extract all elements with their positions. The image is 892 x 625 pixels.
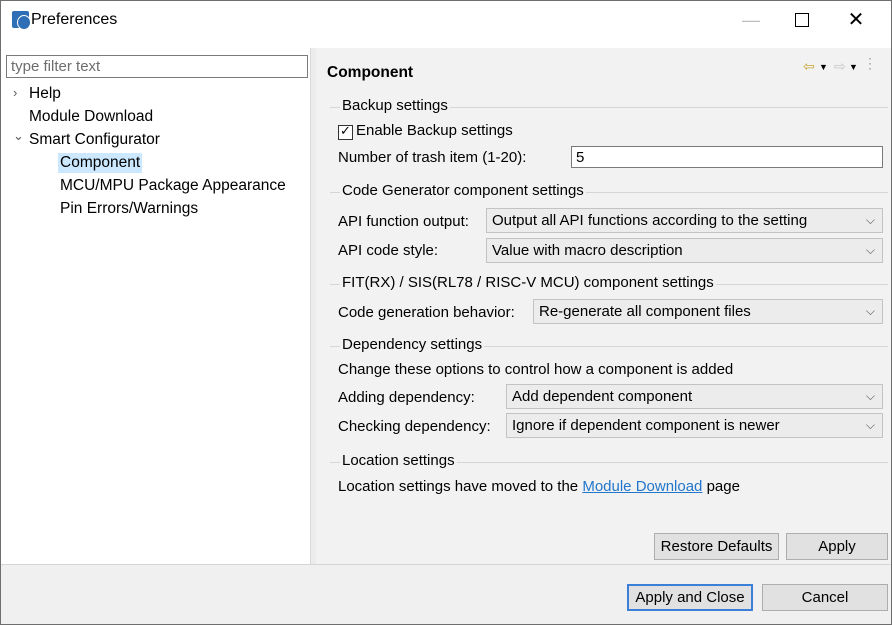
code-generator-group: Code Generator component settings API fu…	[330, 182, 888, 273]
back-menu-icon[interactable]: ▼	[819, 62, 828, 72]
tree-item-component[interactable]: Component	[58, 153, 143, 173]
dependency-heading: Dependency settings	[340, 336, 485, 353]
fit-sis-group: FIT(RX) / SIS(RL78 / RISC-V MCU) compone…	[330, 274, 888, 335]
maximize-button[interactable]	[790, 9, 814, 31]
filter-input[interactable]	[6, 55, 308, 78]
maximize-icon	[795, 13, 809, 27]
generation-behavior-value: Re-generate all component files	[539, 303, 751, 320]
api-output-select[interactable]: Output all API functions according to th…	[486, 208, 883, 233]
adding-dependency-select[interactable]: Add dependent component ⌵	[506, 384, 883, 409]
chevron-down-icon: ⌵	[865, 389, 875, 403]
generation-behavior-label: Code generation behavior:	[338, 304, 515, 321]
component-page: Component ⇦ ▼ ⇨ ▼ · · · Backup settings ✓ …	[316, 48, 891, 564]
dependency-group: Dependency settings Change these options…	[330, 336, 888, 455]
location-heading: Location settings	[340, 452, 457, 469]
chevron-down-icon: ⌵	[865, 304, 875, 318]
apply-button[interactable]: Apply	[786, 533, 888, 560]
preference-tree-pane: › Help Module Download ⌄ Smart Configura…	[1, 48, 310, 564]
close-button[interactable]: ✕	[844, 9, 868, 31]
module-download-link[interactable]: Module Download	[582, 478, 702, 495]
tree-item-pin-errors-warnings[interactable]: Pin Errors/Warnings	[60, 199, 198, 219]
page-title: Component	[327, 64, 414, 81]
minimize-button[interactable]: —	[739, 9, 763, 31]
fit-sis-heading: FIT(RX) / SIS(RL78 / RISC-V MCU) compone…	[340, 274, 716, 291]
code-generator-heading: Code Generator component settings	[340, 182, 586, 199]
preferences-window: Preferences — ✕ › Help Module Download ⌄…	[0, 0, 892, 625]
apply-and-close-button[interactable]: Apply and Close	[627, 584, 753, 611]
checking-dependency-select[interactable]: Ignore if dependent component is newer ⌵	[506, 413, 883, 438]
dialog-footer: Apply and Close Cancel	[1, 565, 891, 624]
forward-menu-icon[interactable]: ▼	[849, 62, 858, 72]
backup-settings-heading: Backup settings	[340, 97, 450, 114]
trash-item-label: Number of trash item (1-20):	[338, 149, 527, 166]
check-icon: ✓	[340, 123, 351, 138]
adding-dependency-label: Adding dependency:	[338, 389, 475, 406]
app-icon	[12, 11, 31, 30]
tree-item-mcu-mpu-package-appearance[interactable]: MCU/MPU Package Appearance	[60, 176, 286, 196]
trash-item-input[interactable]	[571, 146, 883, 168]
chevron-down-icon: ⌵	[865, 213, 875, 227]
generation-behavior-select[interactable]: Re-generate all component files ⌵	[533, 299, 883, 324]
cancel-button[interactable]: Cancel	[762, 584, 888, 611]
chevron-down-icon: ⌵	[865, 418, 875, 432]
api-style-value: Value with macro description	[492, 242, 683, 259]
location-message: Location settings have moved to the Modu…	[338, 478, 740, 495]
checking-dependency-label: Checking dependency:	[338, 418, 491, 435]
restore-defaults-button[interactable]: Restore Defaults	[654, 533, 779, 560]
view-menu-icon[interactable]: · · ·	[868, 52, 872, 74]
adding-dependency-value: Add dependent component	[512, 388, 693, 405]
title-bar[interactable]: Preferences — ✕	[1, 1, 891, 39]
chevron-down-icon: ⌵	[865, 243, 875, 257]
api-output-value: Output all API functions according to th…	[492, 212, 808, 229]
forward-arrow-icon[interactable]: ⇨	[834, 58, 846, 75]
chevron-down-icon[interactable]: ⌄	[13, 128, 24, 144]
location-text-before: Location settings have moved to the	[338, 478, 579, 495]
enable-backup-label[interactable]: Enable Backup settings	[356, 122, 513, 139]
enable-backup-checkbox[interactable]: ✓	[338, 123, 353, 140]
back-arrow-icon[interactable]: ⇦	[803, 58, 815, 75]
tree-item-help[interactable]: Help	[29, 84, 61, 104]
window-title: Preferences	[31, 11, 118, 28]
dependency-description: Change these options to control how a co…	[338, 361, 734, 378]
api-style-label: API code style:	[338, 242, 439, 259]
backup-settings-group: Backup settings ✓ Enable Backup settings…	[330, 97, 888, 181]
api-style-select[interactable]: Value with macro description ⌵	[486, 238, 883, 263]
location-group: Location settings Location settings have…	[330, 452, 888, 503]
checking-dependency-value: Ignore if dependent component is newer	[512, 417, 780, 434]
tree-item-smart-configurator[interactable]: Smart Configurator	[29, 130, 160, 150]
location-text-after: page	[706, 478, 740, 495]
chevron-right-icon[interactable]: ›	[13, 85, 17, 100]
api-output-label: API function output:	[338, 213, 469, 230]
tree-item-module-download[interactable]: Module Download	[29, 107, 153, 127]
